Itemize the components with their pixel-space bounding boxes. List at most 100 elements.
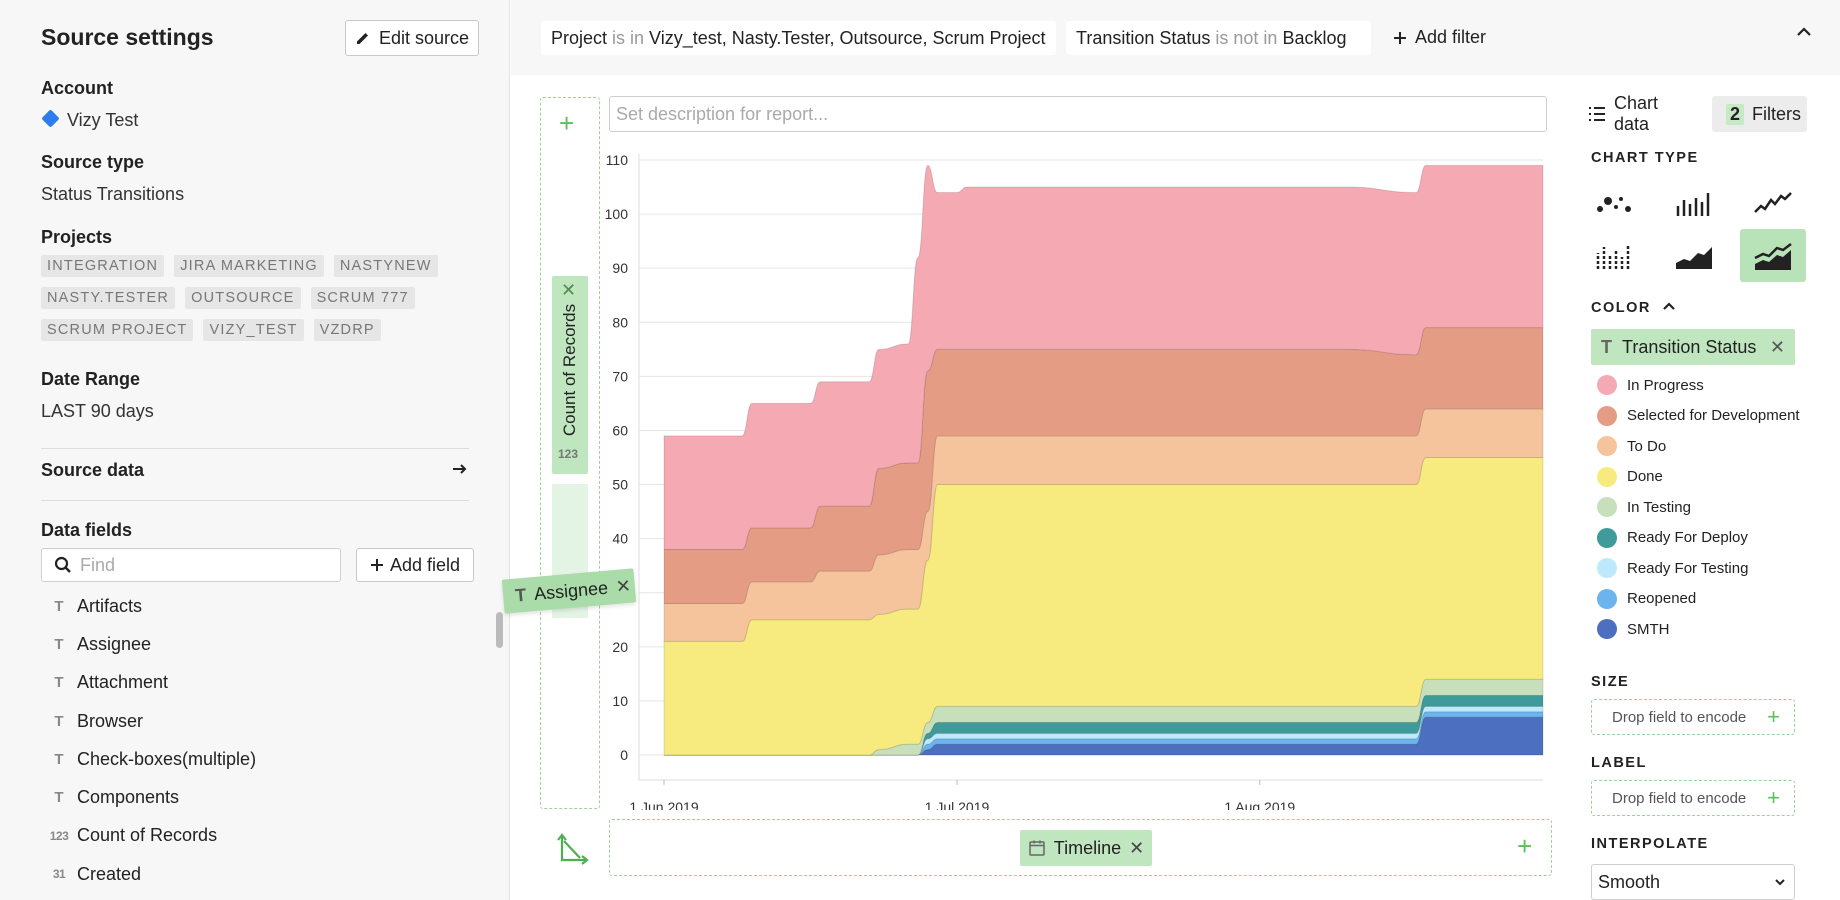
filter-chip-project[interactable]: Project is in Vizy_test, Nasty.Tester, O… [541, 21, 1056, 55]
data-field-label: Check-boxes(multiple) [77, 748, 257, 769]
data-field-label: Browser [77, 710, 144, 731]
add-field-button[interactable]: Add field [356, 548, 474, 582]
legend-item[interactable]: In Testing [1597, 492, 1800, 523]
legend-item[interactable]: Done [1597, 462, 1800, 493]
data-fields-list: T Artifacts T Assignee T Attachment T Browser T C… [41, 587, 471, 893]
find-input[interactable] [80, 554, 320, 576]
report-description-input[interactable] [609, 96, 1547, 132]
filter-field: Project [551, 27, 608, 48]
legend-label: Ready For Testing [1627, 559, 1749, 577]
project-tag: SCRUM PROJECT [41, 319, 194, 341]
legend-swatch [1597, 436, 1617, 457]
size-drop-zone[interactable]: Drop field to encode + [1591, 699, 1795, 735]
edit-source-button[interactable]: Edit source [345, 20, 479, 56]
filters-tab[interactable]: 2 Filters [1712, 96, 1807, 132]
legend-item[interactable]: SMTH [1597, 614, 1800, 645]
projects-label: Projects [41, 227, 113, 247]
add-y-field-icon[interactable]: + [559, 108, 574, 139]
legend-label: SMTH [1627, 620, 1670, 638]
y-tick-label: 60 [612, 422, 628, 438]
divider [41, 500, 469, 501]
data-field-label: Assignee [77, 633, 152, 654]
data-field-label: Count of Records [77, 825, 218, 846]
jira-logo-icon [41, 109, 60, 128]
calendar-icon [1029, 840, 1045, 856]
plus-icon: + [1767, 785, 1780, 810]
add-filter-button[interactable]: Add filter [1393, 27, 1486, 48]
data-field-item[interactable]: 123 Count of Records [41, 817, 471, 855]
remove-y-field-icon[interactable]: ✕ [561, 280, 576, 301]
legend-item[interactable]: In Progress [1597, 370, 1800, 401]
add-field-label: Add field [389, 554, 461, 575]
color-field-chip[interactable]: T Transition Status ✕ [1591, 329, 1795, 365]
source-settings-sidebar: Source settings Edit source Account Vizy… [0, 0, 510, 900]
filter-chip-transition-status[interactable]: Transition Status is not in Backlog [1066, 21, 1371, 55]
number-type-icon: 123 [558, 447, 579, 461]
data-fields-label: Data fields [41, 520, 133, 540]
stacked-area-icon [1754, 242, 1792, 270]
project-tag: VZDRP [313, 319, 381, 341]
chart-type-stacked-area[interactable] [1740, 229, 1806, 282]
y-field-label: Count of Records [560, 303, 580, 437]
calendar-icon: 31 [52, 867, 66, 882]
y-tick-label: 0 [620, 747, 628, 763]
source-data-link[interactable]: Source data [41, 460, 469, 481]
swap-axes-icon[interactable] [556, 832, 590, 866]
chart-type-area[interactable] [1662, 230, 1726, 282]
remove-color-field-icon[interactable]: ✕ [1770, 337, 1785, 358]
search-icon [54, 556, 71, 573]
label-drop-zone[interactable]: Drop field to encode + [1591, 780, 1795, 816]
data-field-label: Created [77, 863, 142, 884]
data-field-item[interactable]: T Components [41, 778, 471, 816]
source-type-label: Source type [41, 152, 145, 172]
project-tag: JIRA MARKETING [174, 255, 324, 277]
data-field-item[interactable]: T Attachment [41, 664, 471, 702]
size-drop-text: Drop field to encode [1612, 708, 1747, 726]
date-range-label: Date Range [41, 369, 141, 389]
chart-type-line[interactable] [1741, 177, 1805, 229]
legend-item[interactable]: Ready For Deploy [1597, 523, 1800, 554]
y-field-label-wrap: Count of Records [552, 300, 588, 440]
chart-type-bar[interactable] [1662, 177, 1726, 229]
add-x-field-icon[interactable]: + [1517, 831, 1532, 862]
sidebar-scrollbar[interactable] [496, 612, 503, 648]
filters-label: Filters [1752, 103, 1802, 124]
x-field-chip[interactable]: Timeline ✕ [1020, 830, 1152, 866]
x-tick-label: 1 Jul 2019 [925, 799, 990, 810]
legend-label: In Progress [1627, 376, 1704, 394]
legend-swatch [1597, 466, 1617, 487]
project-tag: SCRUM 777 [310, 287, 415, 309]
legend-item[interactable]: Ready For Testing [1597, 553, 1800, 584]
legend-item[interactable]: Selected for Development [1597, 401, 1800, 432]
data-field-item[interactable]: T Browser [41, 702, 471, 740]
pencil-icon [356, 33, 368, 44]
chart-type-strip[interactable] [1582, 230, 1646, 282]
data-field-item[interactable]: 31 Created [41, 855, 471, 893]
legend-swatch [1597, 375, 1617, 396]
remove-x-field-icon[interactable]: ✕ [1129, 838, 1144, 859]
legend-swatch [1597, 619, 1617, 640]
color-title[interactable]: COLOR [1591, 300, 1676, 316]
filter-value: Backlog [1282, 27, 1347, 48]
project-tag: NASTYNEW [333, 255, 438, 277]
filter-operator: is in [612, 27, 645, 48]
number-type-icon: 123 [49, 828, 69, 843]
interpolate-select[interactable]: Smooth [1591, 864, 1795, 900]
legend-swatch [1597, 527, 1617, 548]
data-field-item[interactable]: T Check-boxes(multiple) [41, 740, 471, 778]
data-field-item[interactable]: T Artifacts [41, 587, 471, 625]
data-field-item[interactable]: T Assignee [41, 625, 471, 663]
chart-data-tab[interactable]: Chart data [1588, 93, 1698, 134]
find-field[interactable] [41, 548, 341, 582]
chart-type-scatter[interactable] [1582, 177, 1646, 229]
legend-label: In Testing [1627, 498, 1691, 516]
collapse-filters-button[interactable] [1796, 24, 1812, 45]
filter-operator: is not in [1215, 27, 1278, 48]
source-type-value: Status Transitions [41, 184, 185, 204]
text-type-icon: T [54, 674, 64, 692]
remove-field-icon[interactable]: ✕ [615, 575, 632, 597]
legend-item[interactable]: To Do [1597, 431, 1800, 462]
legend-item[interactable]: Reopened [1597, 584, 1800, 615]
legend-swatch [1597, 497, 1617, 518]
color-legend: In Progress Selected for Development To Do… [1597, 370, 1800, 645]
